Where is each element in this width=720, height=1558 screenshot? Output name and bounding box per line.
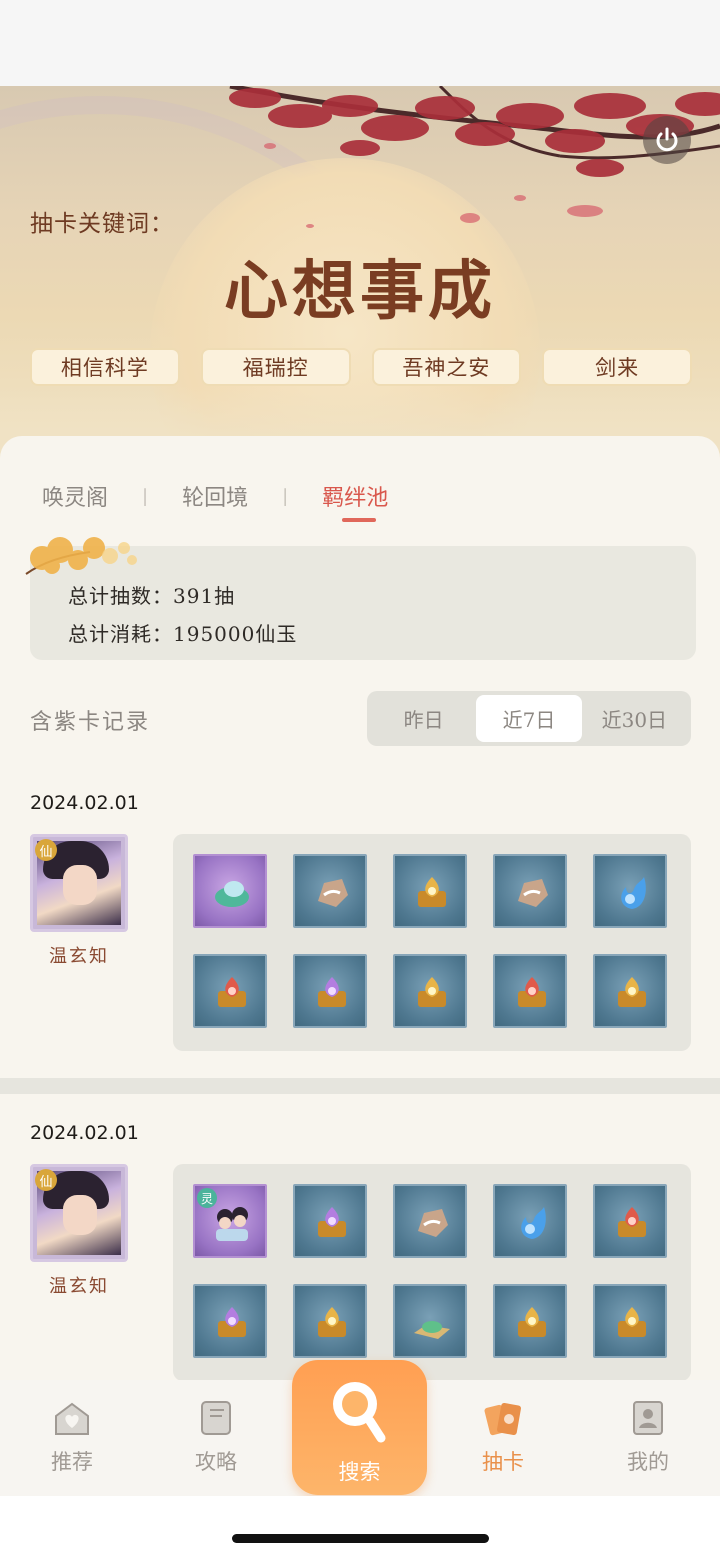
pool-tabs: 唤灵阁 | 轮回境 | 羁绊池 [42, 480, 388, 522]
tab-separator: | [142, 485, 149, 507]
keyword-tag[interactable]: 相信科学 [30, 348, 180, 386]
draw-items-grid: 灵 [173, 1164, 691, 1381]
nav-gacha[interactable]: 抽卡 [453, 1396, 553, 1476]
search-label: 搜索 [338, 1460, 381, 1484]
tab-lunhuijing[interactable]: 轮回境 [182, 480, 248, 512]
purple-chest-icon [318, 1207, 346, 1237]
draw-item[interactable]: 灵 [193, 1184, 267, 1258]
profile-icon [633, 1401, 663, 1435]
nav-profile[interactable]: 我的 [598, 1396, 698, 1476]
draw-item[interactable] [293, 1184, 367, 1258]
red-chest-icon [518, 977, 546, 1007]
power-button[interactable] [643, 116, 691, 164]
gold-chest-icon [618, 977, 646, 1007]
draw-summary-card: 总计抽数：391抽 总计消耗：195000仙玉 [25, 537, 696, 660]
spirit-card-icon [216, 1207, 248, 1241]
search-icon [333, 1382, 386, 1443]
character-name: 温玄知 [49, 1276, 109, 1297]
character-face [63, 865, 97, 905]
character-face [63, 1195, 97, 1235]
draw-item[interactable] [193, 954, 267, 1028]
keyword-title: 心想事成 [224, 254, 496, 329]
draw-item[interactable] [493, 1184, 567, 1258]
draw-item[interactable] [493, 954, 567, 1028]
xian-badge: 仙 [35, 839, 57, 861]
character-avatar[interactable]: 仙 [30, 834, 128, 932]
nav-guide-label: 攻略 [195, 1450, 237, 1474]
keyword-tag[interactable]: 吾神之安 [371, 348, 522, 386]
purple-chest-icon [218, 1307, 246, 1337]
date-range-segmented-control: 昨日 近7日 近30日 [367, 691, 691, 746]
stone-icon [318, 879, 348, 907]
keyword-label: 抽卡关键词： [30, 211, 174, 237]
draw-item[interactable] [293, 1284, 367, 1358]
draw-item[interactable] [193, 854, 267, 928]
search-fab-button[interactable]: 搜索 [292, 1360, 427, 1495]
power-icon [656, 127, 678, 152]
stone-icon [518, 879, 548, 907]
xian-badge: 仙 [35, 1169, 57, 1191]
keyword-tag[interactable]: 剑来 [542, 348, 692, 386]
status-bar [0, 0, 720, 86]
nav-profile-label: 我的 [627, 1450, 669, 1474]
home-bar-area [0, 1496, 720, 1558]
purple-card-record-label: 含紫卡记录 [30, 710, 151, 735]
draw-item[interactable] [193, 1284, 267, 1358]
heart-house-icon [55, 1402, 89, 1435]
red-chest-icon [218, 977, 246, 1007]
gold-chest-icon [318, 1307, 346, 1337]
gold-chest-icon [618, 1307, 646, 1337]
keyword-tags: 相信科学 福瑞控 吾神之安 剑来 [30, 348, 692, 386]
draw-item[interactable] [293, 854, 367, 928]
draw-item[interactable] [593, 1284, 667, 1358]
draw-item[interactable] [493, 1284, 567, 1358]
blue-flame-icon [521, 1207, 546, 1239]
character-avatar[interactable]: 仙 [30, 1164, 128, 1262]
draw-record-entry: 2024.02.01 仙 温玄知 [0, 792, 720, 1062]
blue-flame-icon [621, 877, 646, 909]
draw-item[interactable] [393, 954, 467, 1028]
jade-scroll-icon [414, 1321, 450, 1339]
nav-gacha-label: 抽卡 [482, 1450, 524, 1474]
tab-huanlingge[interactable]: 唤灵阁 [42, 480, 108, 512]
purple-chest-icon [318, 977, 346, 1007]
nav-recommend[interactable]: 推荐 [22, 1396, 122, 1476]
keyword-tag[interactable]: 福瑞控 [200, 348, 351, 386]
ling-badge: 灵 [197, 1188, 217, 1208]
total-cost-text: 总计消耗：195000仙玉 [68, 622, 298, 646]
cards-icon [484, 1402, 521, 1436]
draw-items-grid [173, 834, 691, 1051]
tab-separator: | [282, 485, 289, 507]
ginkgo-leaf-decoration [25, 537, 137, 575]
book-icon [201, 1401, 231, 1435]
draw-item[interactable] [293, 954, 367, 1028]
filter-yesterday[interactable]: 昨日 [371, 695, 476, 742]
tab-jibanchi[interactable]: 羁绊池 [322, 480, 388, 522]
total-draws-text: 总计抽数：391抽 [68, 584, 236, 608]
draw-item[interactable] [393, 854, 467, 928]
gold-chest-icon [418, 877, 446, 907]
draw-item[interactable] [493, 854, 567, 928]
record-date: 2024.02.01 [30, 792, 139, 814]
record-date: 2024.02.01 [30, 1122, 139, 1144]
filter-last-7-days[interactable]: 近7日 [476, 695, 582, 742]
jade-creature-icon [215, 881, 249, 907]
draw-record-entry: 2024.02.01 仙 温玄知 灵 [0, 1122, 720, 1392]
character-name: 温玄知 [49, 946, 109, 967]
draw-item[interactable] [593, 1184, 667, 1258]
draw-item[interactable] [393, 1284, 467, 1358]
gold-chest-icon [418, 977, 446, 1007]
nav-recommend-label: 推荐 [51, 1450, 93, 1474]
draw-item[interactable] [593, 854, 667, 928]
draw-item[interactable] [393, 1184, 467, 1258]
stone-icon [418, 1209, 448, 1237]
red-chest-icon [618, 1207, 646, 1237]
draw-item[interactable] [593, 954, 667, 1028]
filter-last-30-days[interactable]: 近30日 [582, 695, 687, 742]
nav-guide[interactable]: 攻略 [166, 1396, 266, 1476]
home-indicator[interactable] [232, 1534, 489, 1543]
section-divider [0, 1078, 720, 1094]
gold-chest-icon [518, 1307, 546, 1337]
